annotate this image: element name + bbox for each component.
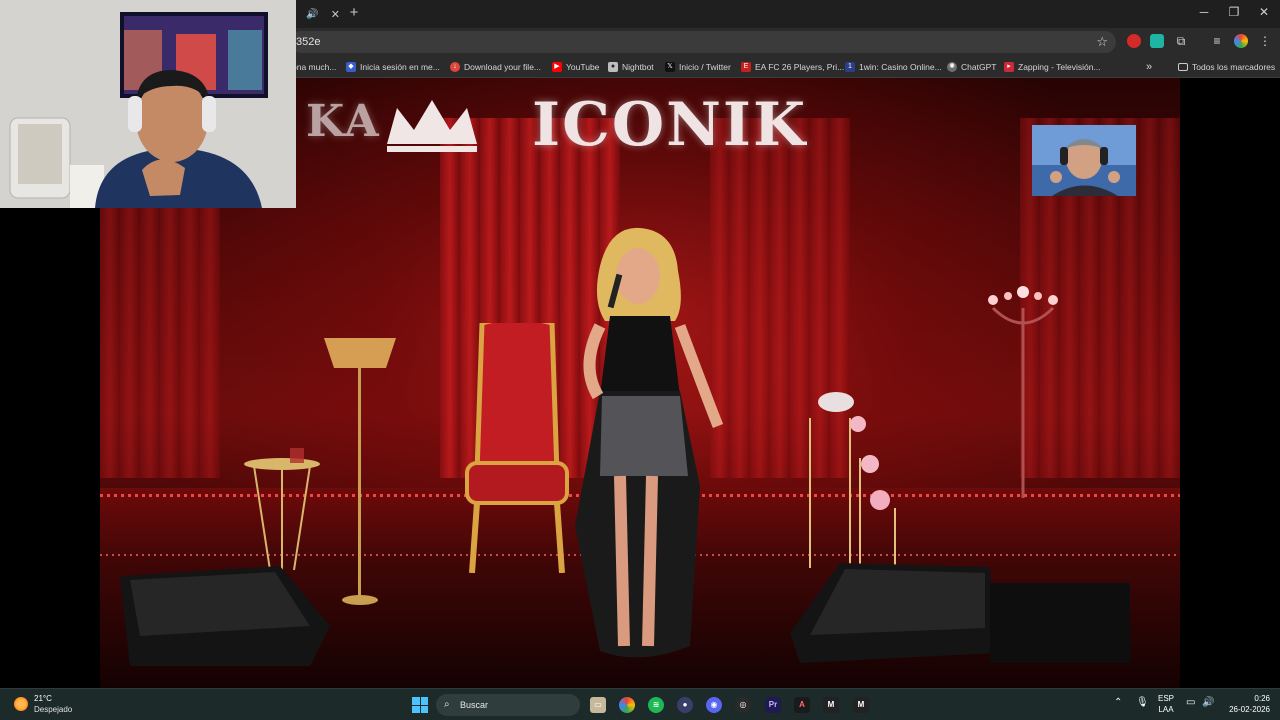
discord-icon[interactable]: ◉ <box>706 697 722 713</box>
extension-red-icon[interactable] <box>1127 34 1141 48</box>
bookmark-label: 1win: Casino Online... <box>859 62 942 72</box>
show-logo-fragment: KA <box>306 96 381 147</box>
bookmark-label: Download your file... <box>464 62 542 72</box>
bookmark-label: YouTube <box>566 62 600 72</box>
bookmark-item[interactable]: ona much... <box>292 60 336 74</box>
show-logo: ICONIK <box>532 90 808 160</box>
keyboard-layout: LAA <box>1158 705 1174 714</box>
new-tab-button[interactable]: + <box>346 5 362 21</box>
volume-icon[interactable]: 🔊 <box>1202 697 1214 708</box>
address-bar[interactable]: 352e ☆ <box>290 31 1116 53</box>
webcam-overlay-small <box>1032 125 1136 196</box>
microphone-icon[interactable]: 🎙 <box>1136 697 1149 708</box>
doc-icon: ◆ <box>346 62 356 72</box>
app-m-icon[interactable]: M <box>823 697 839 713</box>
adobe-icon[interactable]: A <box>794 697 810 713</box>
bookmark-label: Nightbot <box>622 62 654 72</box>
language-indicator[interactable]: ESP LAA <box>1158 693 1174 715</box>
bookmark-item[interactable]: 1 1win: Casino Online... <box>845 60 942 74</box>
bookmark-label: Zapping - Televisión... <box>1018 62 1101 72</box>
ea-icon: E <box>741 62 751 72</box>
folder-icon <box>1178 63 1188 71</box>
bookmark-label: Inicio / Twitter <box>679 62 731 72</box>
taskbar: 21°C Despejado ⌕ Buscar ▭ ≋ ● ◉ ◎ Pr A M… <box>0 688 1280 720</box>
chatgpt-icon: ✺ <box>947 62 957 72</box>
bookmark-item[interactable]: ◆ Inicia sesión en me... <box>346 60 440 74</box>
sun-icon <box>14 697 28 711</box>
side-table <box>244 448 320 571</box>
start-button[interactable] <box>412 697 428 713</box>
close-window-button[interactable]: ✕ <box>1256 5 1272 19</box>
bookmark-item[interactable]: ▸ Zapping - Televisión... <box>1004 60 1101 74</box>
browser-tab[interactable]: 🔊 ✕ <box>300 2 346 26</box>
search-icon: ⌕ <box>444 699 450 710</box>
bookmark-item[interactable]: ↓ Download your file... <box>450 60 541 74</box>
clock-time: 0:26 <box>1254 694 1270 703</box>
browser-menu-icon[interactable]: ⋮ <box>1258 34 1272 48</box>
bookmark-item[interactable]: ✺ ChatGPT <box>947 60 996 74</box>
restore-button[interactable]: ❐ <box>1226 5 1242 19</box>
stage-monitor-speaker <box>120 566 330 666</box>
bookmark-label: Inicia sesión en me... <box>360 62 440 72</box>
bookmark-item[interactable]: 𝕏 Inicio / Twitter <box>665 60 731 74</box>
flower-stand <box>809 392 896 568</box>
app-m2-icon[interactable]: M <box>853 697 869 713</box>
bookmark-item[interactable]: E EA FC 26 Players, Pri... <box>741 60 844 74</box>
bookmark-label: EA FC 26 Players, Pri... <box>755 62 845 72</box>
file-explorer-icon[interactable]: ▭ <box>590 697 606 713</box>
windows-logo-icon <box>412 697 420 705</box>
spotify-icon[interactable]: ≋ <box>648 697 664 713</box>
clock-date: 26-02-2026 <box>1229 705 1270 714</box>
all-bookmarks-label: Todos los marcadores <box>1192 62 1276 72</box>
tv-icon: ▸ <box>1004 62 1014 72</box>
app-icon[interactable]: ● <box>677 697 693 713</box>
weather-widget[interactable]: 21°C Despejado <box>14 693 72 715</box>
guest-webcam <box>1032 125 1136 196</box>
network-icon[interactable]: ▭ <box>1186 697 1195 708</box>
download-icon: ↓ <box>450 62 460 72</box>
weather-temperature: 21°C <box>34 694 52 703</box>
all-bookmarks-button[interactable]: Todos los marcadores <box>1178 60 1275 74</box>
tab-search-icon[interactable]: ≡ <box>1210 34 1224 48</box>
bookmark-item[interactable]: ▶ YouTube <box>552 60 599 74</box>
youtube-icon: ▶ <box>552 62 562 72</box>
extensions-puzzle-icon[interactable]: ⧉ <box>1174 34 1188 48</box>
weather-condition: Despejado <box>34 705 73 714</box>
tray-overflow-icon[interactable]: ⌃ <box>1114 697 1122 708</box>
robot-icon: ● <box>608 62 618 72</box>
casino-icon: 1 <box>845 62 855 72</box>
bookmark-label: ChatGPT <box>961 62 997 72</box>
bookmark-label: ona much... <box>292 62 337 72</box>
url-text: 352e <box>296 36 321 48</box>
bookmarks-overflow-button[interactable]: » <box>1146 60 1152 74</box>
close-tab-button[interactable]: ✕ <box>331 8 340 21</box>
streamer-webcam <box>0 0 296 208</box>
obs-icon[interactable]: ◎ <box>735 697 751 713</box>
candelabra <box>988 286 1058 498</box>
clock[interactable]: 0:26 26-02-2026 <box>1226 693 1270 715</box>
speaker-icon[interactable]: 🔊 <box>306 9 318 20</box>
minimize-button[interactable]: ─ <box>1196 5 1212 19</box>
stage-monitor-speaker <box>990 583 1130 663</box>
crown-icon <box>387 100 477 152</box>
premiere-icon[interactable]: Pr <box>765 697 781 713</box>
search-label: Buscar <box>460 700 489 710</box>
bookmark-star-icon[interactable]: ☆ <box>1096 31 1108 53</box>
stage-monitor-speaker <box>790 563 995 663</box>
performer <box>575 227 724 658</box>
bookmark-item[interactable]: ● Nightbot <box>608 60 654 74</box>
profile-avatar[interactable] <box>1234 34 1248 48</box>
extension-translate-icon[interactable] <box>1150 34 1164 48</box>
screen: 🔊 ✕ + ─ ❐ ✕ 352e ☆ ⧉ ≡ ⋮ ona much... ◆ I… <box>0 0 1280 720</box>
chrome-icon[interactable] <box>619 697 635 713</box>
taskbar-search[interactable]: ⌕ Buscar <box>436 694 580 716</box>
webcam-overlay-main <box>0 0 296 208</box>
x-icon: 𝕏 <box>665 62 675 72</box>
language-code: ESP <box>1158 694 1175 703</box>
